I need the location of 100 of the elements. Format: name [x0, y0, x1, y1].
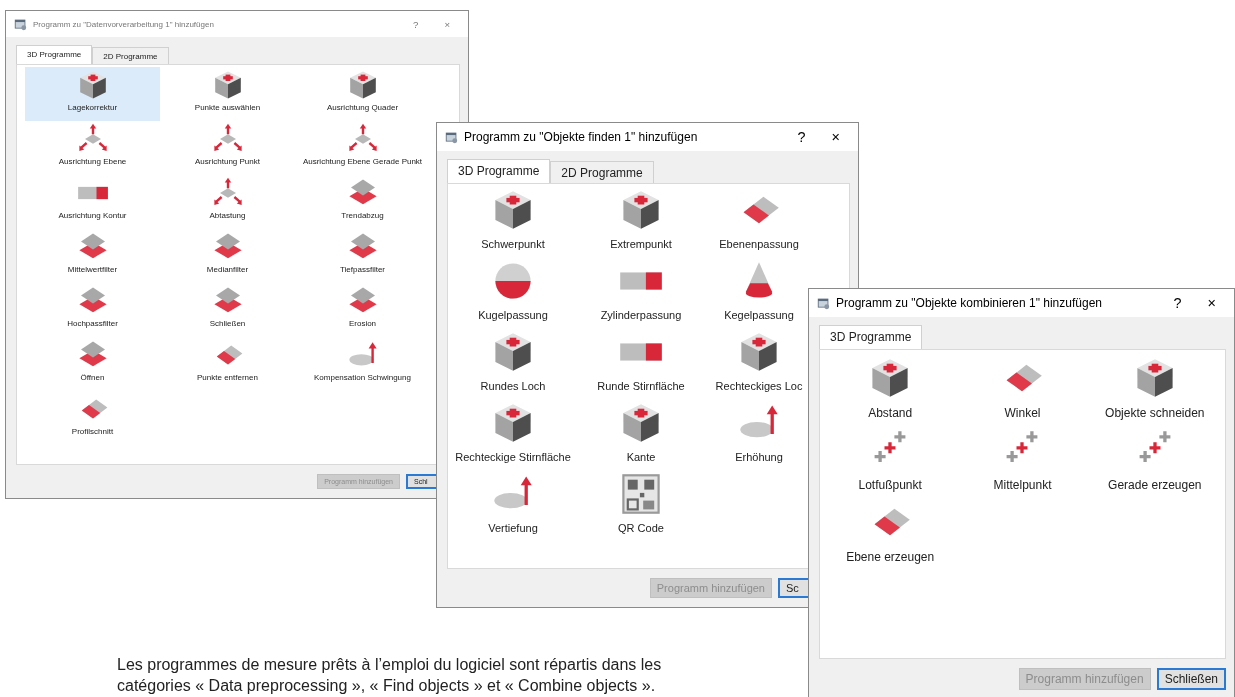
program-item[interactable]: Objekte schneiden [1088, 352, 1221, 424]
program-label: Lagekorrektur [67, 103, 118, 112]
program-item[interactable]: Ausrichtung Punkt [160, 121, 295, 175]
program-label: Objekte schneiden [1105, 406, 1205, 420]
program-label: Gerade erzeugen [1108, 478, 1202, 492]
program-item[interactable]: Kante [578, 399, 704, 470]
program-label: Mittelpunkt [993, 478, 1052, 492]
program-item[interactable]: Abstand [824, 352, 957, 424]
program-label: Rechteckige Stirnfläche [455, 451, 571, 463]
program-label: Ausrichtung Punkt [195, 157, 260, 166]
program-item[interactable]: Ausrichtung Ebene Gerade Punkt [295, 121, 430, 175]
program-label: Ausrichtung Quader [326, 103, 399, 112]
program-label: Ebene erzeugen [846, 550, 935, 564]
program-item[interactable]: Schwerpunkt [448, 186, 578, 257]
program-label: Kegelpassung [724, 309, 794, 321]
program-item[interactable]: Trendabzug [295, 175, 430, 229]
program-item[interactable]: Tiefpassfilter [295, 229, 430, 283]
close-button[interactable]: × [1197, 295, 1226, 311]
close-button[interactable]: × [434, 18, 460, 30]
window-title: Programm zu "Datenvorverarbeitung 1" hinzufügen [33, 19, 214, 29]
program-item[interactable]: Punkte auswählen [160, 67, 295, 121]
program-item[interactable]: Ausrichtung Ebene [25, 121, 160, 175]
app-icon [445, 130, 458, 144]
program-label: Erhöhung [735, 451, 783, 463]
program-label: Kante [626, 451, 656, 463]
program-item[interactable]: Ausrichtung Quader [295, 67, 430, 121]
program-item[interactable]: Öffnen [25, 337, 160, 391]
program-item[interactable]: Winkel [956, 352, 1089, 424]
program-label: Erosion [348, 319, 377, 328]
program-item[interactable]: Kegelpassung [704, 257, 814, 328]
program-item[interactable]: Runde Stirnfläche [578, 328, 704, 399]
program-item[interactable]: Kompensation Schwingung [295, 337, 430, 391]
program-label: Mittelwertfilter [67, 265, 118, 274]
program-item[interactable]: Ebenenpassung [704, 186, 814, 257]
program-label: Runde Stirnfläche [597, 380, 685, 392]
program-item[interactable]: Mittelpunkt [956, 424, 1089, 496]
program-item[interactable]: Erhöhung [704, 399, 814, 470]
app-icon [14, 17, 27, 31]
program-item[interactable]: Ebene erzeugen [824, 496, 957, 568]
program-label: Winkel [1004, 406, 1041, 420]
app-icon [817, 296, 830, 310]
program-label: Tiefpassfilter [339, 265, 386, 274]
program-label: Ausrichtung Ebene [58, 157, 127, 166]
program-label: Trendabzug [341, 211, 384, 220]
program-item[interactable]: Abtastung [160, 175, 295, 229]
program-label: Abstand [868, 406, 913, 420]
program-item[interactable]: Kugelpassung [448, 257, 578, 328]
tab[interactable]: 2D Programme [92, 47, 169, 64]
help-button[interactable]: ? [403, 18, 429, 30]
program-item[interactable]: Schließen [160, 283, 295, 337]
window-title: Programm zu "Objekte kombinieren 1" hinzufügen [836, 296, 1102, 310]
window-title: Programm zu "Objekte finden 1" hinzufügen [464, 130, 698, 144]
tab[interactable]: 3D Programme [447, 159, 551, 183]
program-item[interactable]: Profilschnitt [25, 391, 160, 445]
program-label: Zylinderpassung [600, 309, 682, 321]
program-label: Medianfilter [206, 265, 249, 274]
program-item[interactable]: Rechteckige Stirnfläche [448, 399, 578, 470]
program-label: Rundes Loch [480, 380, 546, 392]
program-label: Kompensation Schwingung [314, 373, 411, 382]
program-item[interactable]: Ausrichtung Kontur [25, 175, 160, 229]
close-button[interactable]: × [821, 129, 850, 145]
program-item[interactable]: Erosion [295, 283, 430, 337]
program-item[interactable]: Lotfußpunkt [824, 424, 957, 496]
program-label: Punkte auswählen [194, 103, 261, 112]
help-button[interactable]: ? [1163, 295, 1192, 311]
program-label: Schließen [209, 319, 246, 328]
tab[interactable]: 2D Programme [550, 161, 654, 183]
dialog-button[interactable]: Schließen [1156, 668, 1226, 690]
program-item[interactable]: Extrempunkt [578, 186, 704, 257]
program-label: Ebenenpassung [719, 238, 799, 250]
program-item[interactable]: Rundes Loch [448, 328, 578, 399]
qr-code-icon [619, 472, 663, 516]
program-item[interactable]: Hochpassfilter [25, 283, 160, 337]
program-label: Ausrichtung Ebene Gerade Punkt [302, 157, 423, 166]
program-label: QR Code [618, 522, 664, 534]
program-label: Schwerpunkt [481, 238, 545, 250]
program-item[interactable]: Medianfilter [160, 229, 295, 283]
tab[interactable]: 3D Programme [16, 45, 93, 64]
program-label: Extrempunkt [610, 238, 672, 250]
program-item[interactable]: Rechteckiges Loc [704, 328, 814, 399]
program-label: Punkte entfernen [197, 373, 258, 382]
program-label: Abtastung [209, 211, 246, 220]
program-item[interactable]: Gerade erzeugen [1088, 424, 1221, 496]
program-item[interactable]: QR Code [578, 470, 704, 541]
help-button[interactable]: ? [787, 129, 816, 145]
program-label: Ausrichtung Kontur [58, 211, 127, 220]
program-label: Vertiefung [488, 522, 538, 534]
cylinder-icon [619, 271, 663, 291]
cylinder-icon [76, 186, 109, 200]
program-label: Lotfußpunkt [858, 478, 922, 492]
caption-text: Les programmes de mesure prêts à l’emploi du logiciel sont répartis dans les catégories « Data preprocessing », « Find objects » et « Combine objects ». [117, 655, 663, 696]
program-item[interactable]: Zylinderpassung [578, 257, 704, 328]
program-label: Kugelpassung [478, 309, 548, 321]
program-item[interactable]: Mittelwertfilter [25, 229, 160, 283]
program-label: Hochpassfilter [67, 319, 118, 328]
program-item[interactable]: Lagekorrektur [25, 67, 160, 121]
program-label: Profilschnitt [71, 427, 114, 436]
program-item[interactable]: Punkte entfernen [160, 337, 295, 391]
program-label: Öffnen [80, 373, 105, 382]
tab[interactable]: 3D Programme [819, 325, 923, 349]
